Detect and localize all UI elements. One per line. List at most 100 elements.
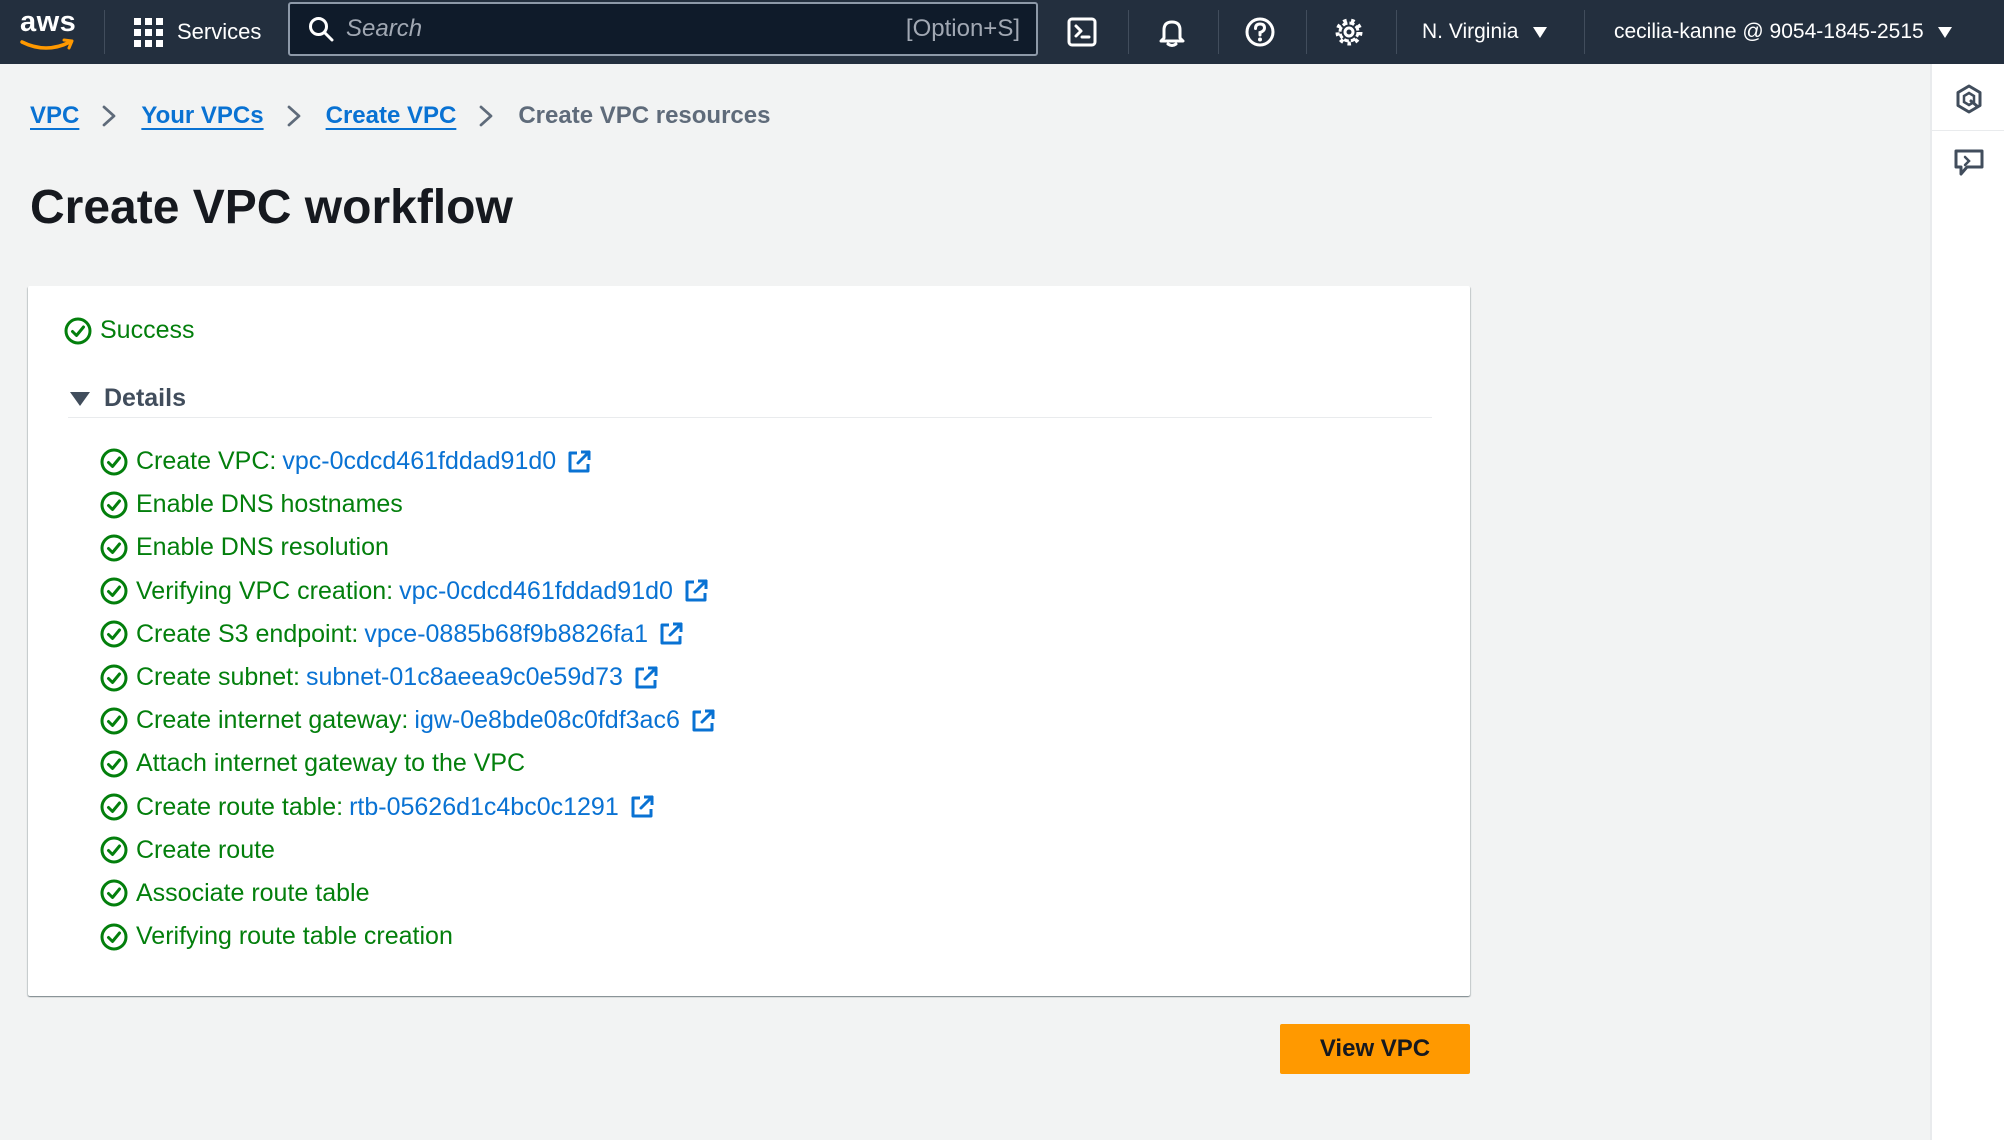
workflow-status-panel: Success Details Create VPC: vpc-0cdcd461f… <box>28 286 1470 996</box>
caret-down-icon <box>70 391 90 406</box>
details-item-text: Create route <box>136 835 275 864</box>
nav-divider <box>1128 10 1129 54</box>
nav-divider <box>104 10 105 54</box>
details-item-text: Create S3 endpoint: <box>136 619 359 648</box>
details-item: Create VPC: vpc-0cdcd461fddad91d0 <box>100 440 716 483</box>
success-check-icon <box>100 620 128 648</box>
feedback-chat-icon <box>1954 149 1984 176</box>
resource-id-link[interactable]: igw-0e8bde08c0fdf3ac6 <box>414 706 679 735</box>
external-link-icon[interactable] <box>566 449 592 475</box>
aws-logo[interactable]: aws <box>16 6 80 54</box>
details-item-text: Enable DNS resolution <box>136 533 389 562</box>
external-link-icon[interactable] <box>629 794 655 820</box>
feedback-button[interactable] <box>1952 146 1986 180</box>
success-check-icon <box>100 923 128 951</box>
services-menu-button[interactable]: Services <box>134 12 261 52</box>
account-menu[interactable]: cecilia-kanne @ 9054-1845-2515 <box>1614 14 1952 50</box>
external-link-icon[interactable] <box>658 621 684 647</box>
amazon-q-icon <box>1956 84 1982 114</box>
details-item-text: Create route table: <box>136 792 344 821</box>
breadcrumb-link-create-vpc[interactable]: Create VPC <box>326 102 457 130</box>
details-item: Create route <box>100 829 716 872</box>
resource-id-link[interactable]: vpc-0cdcd461fddad91d0 <box>282 447 556 476</box>
settings-button[interactable] <box>1329 12 1369 52</box>
details-item-text: Verifying route table creation <box>136 922 453 951</box>
details-item-text: Attach internet gateway to the VPC <box>136 749 526 778</box>
breadcrumb-current: Create VPC resources <box>518 102 771 129</box>
breadcrumb-link-your-vpcs[interactable]: Your VPCs <box>141 102 263 130</box>
bell-icon <box>1159 20 1185 47</box>
details-item-text: Associate route table <box>136 878 370 907</box>
details-item: Verifying VPC creation: vpc-0cdcd461fddad… <box>100 570 716 613</box>
right-utility-rail <box>1930 64 2004 1140</box>
success-check-icon <box>100 707 128 735</box>
details-item: Enable DNS resolution <box>100 526 716 569</box>
resource-id-link[interactable]: vpce-0885b68f9b8826fa1 <box>364 620 648 649</box>
nav-divider <box>1584 10 1585 54</box>
resource-id-link[interactable]: vpc-0cdcd461fddad91d0 <box>399 577 673 606</box>
cloudshell-button[interactable] <box>1062 12 1102 52</box>
help-icon <box>1245 17 1275 47</box>
external-link-icon[interactable] <box>683 578 709 604</box>
account-label: cecilia-kanne @ 9054-1845-2515 <box>1614 20 1924 43</box>
view-vpc-button[interactable]: View VPC <box>1280 1024 1470 1074</box>
details-item: Verifying route table creation <box>100 915 716 958</box>
chevron-right-icon <box>102 105 116 127</box>
details-item: Create S3 endpoint: vpce-0885b68f9b8826fa… <box>100 613 716 656</box>
external-link-icon[interactable] <box>633 665 659 691</box>
nav-divider <box>1306 10 1307 54</box>
details-item-text: Enable DNS hostnames <box>136 490 403 519</box>
gear-icon <box>1335 18 1363 46</box>
success-check-icon <box>100 879 128 907</box>
amazon-q-button[interactable] <box>1952 82 1986 116</box>
success-check-icon <box>64 317 92 344</box>
chevron-right-icon <box>287 105 301 127</box>
success-check-icon <box>100 750 128 778</box>
search-input[interactable] <box>334 15 906 43</box>
search-icon <box>309 17 334 42</box>
details-item: Create subnet: subnet-01c8aeea9c0e59d73 <box>100 656 716 699</box>
workflow-status: Success <box>64 316 194 345</box>
cloudshell-icon <box>1067 17 1097 47</box>
caret-down-icon <box>1937 26 1952 38</box>
chevron-right-icon <box>479 105 493 127</box>
success-check-icon <box>100 836 128 864</box>
details-list: Create VPC: vpc-0cdcd461fddad91d0 Enable D… <box>100 440 716 958</box>
details-item: Create route table: rtb-05626d1c4bc0c1291 <box>100 786 716 829</box>
aws-logo-text: aws <box>20 6 77 38</box>
success-check-icon <box>100 793 128 821</box>
resource-id-link[interactable]: subnet-01c8aeea9c0e59d73 <box>306 663 623 692</box>
details-item: Enable DNS hostnames <box>100 483 716 526</box>
resource-id-link[interactable]: rtb-05626d1c4bc0c1291 <box>349 793 619 822</box>
details-expander[interactable]: Details <box>68 380 1432 418</box>
success-check-icon <box>100 577 128 605</box>
status-label: Success <box>100 316 195 344</box>
top-navigation: aws Services [Option+S] <box>0 0 2004 64</box>
caret-down-icon <box>1532 26 1547 38</box>
details-item-text: Create internet gateway: <box>136 706 409 735</box>
success-check-icon <box>100 534 128 562</box>
global-search[interactable]: [Option+S] <box>288 2 1038 56</box>
rail-divider <box>1932 130 2004 131</box>
details-item-text: Create subnet: <box>136 663 300 692</box>
notifications-button[interactable] <box>1152 12 1192 52</box>
external-link-icon[interactable] <box>690 708 716 734</box>
page-title: Create VPC workflow <box>30 181 513 234</box>
details-item: Create internet gateway: igw-0e8bde08c0fd… <box>100 699 716 742</box>
nav-divider <box>1396 10 1397 54</box>
details-item-text: Verifying VPC creation: <box>136 576 394 605</box>
success-check-icon <box>100 448 128 476</box>
apps-grid-icon <box>134 17 163 47</box>
details-item: Associate route table <box>100 872 716 915</box>
details-item-text: Create VPC: <box>136 447 277 476</box>
details-item: Attach internet gateway to the VPC <box>100 742 716 785</box>
help-button[interactable] <box>1240 12 1280 52</box>
success-check-icon <box>100 491 128 519</box>
services-label: Services <box>177 19 262 44</box>
details-heading: Details <box>104 384 186 412</box>
aws-smile-icon <box>20 38 74 50</box>
search-shortcut-hint: [Option+S] <box>905 15 1020 42</box>
nav-divider <box>1218 10 1219 54</box>
breadcrumb-link-vpc[interactable]: VPC <box>30 102 79 130</box>
region-selector[interactable]: N. Virginia <box>1422 14 1547 50</box>
